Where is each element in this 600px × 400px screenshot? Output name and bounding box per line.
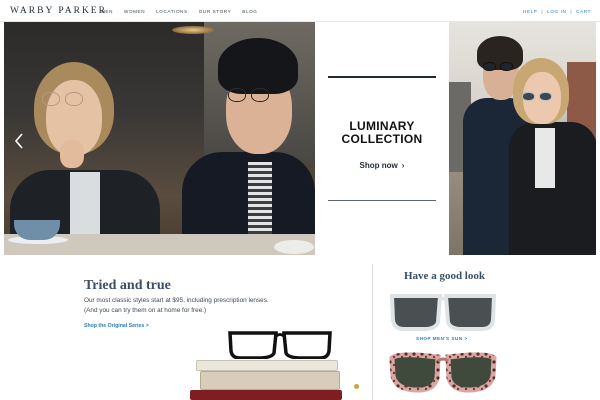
collection-title-line2: COLLECTION bbox=[341, 132, 423, 146]
panel-top-rule bbox=[328, 76, 436, 78]
woman-hand bbox=[60, 140, 84, 168]
book-bottom bbox=[190, 390, 342, 400]
section-divider bbox=[372, 264, 373, 400]
top-navigation: WARBY PARKER MEN WOMEN LOCATIONS OUR STO… bbox=[0, 0, 600, 22]
help-link[interactable]: HELP bbox=[523, 9, 537, 14]
bookmark-tassel bbox=[354, 384, 359, 389]
hero-carousel: LUMINARY COLLECTION Shop now › bbox=[4, 22, 596, 255]
hero-photo-cafe bbox=[4, 22, 315, 255]
woman-sunglasses bbox=[522, 92, 552, 101]
warby-parker-logo[interactable]: WARBY PARKER bbox=[10, 6, 107, 16]
tried-and-true-heading: Tried and true bbox=[84, 278, 171, 293]
woman-eyeglasses bbox=[42, 92, 83, 106]
description-line2: (And you can try them on at home for fre… bbox=[84, 306, 207, 314]
book-top bbox=[196, 360, 338, 371]
book-middle bbox=[200, 371, 340, 390]
black-eyeglasses-image bbox=[228, 331, 332, 359]
utility-nav: HELP | LOG IN | CART bbox=[523, 9, 591, 14]
coffee-cup bbox=[14, 220, 60, 240]
panel-bottom-rule bbox=[328, 200, 436, 201]
description-line1: Our most classic styles start at $95, in… bbox=[84, 297, 269, 304]
tortoise-sunglasses-image[interactable] bbox=[388, 352, 498, 394]
nav-locations[interactable]: LOCATIONS bbox=[156, 9, 188, 14]
woman-top bbox=[535, 128, 555, 188]
nav-men[interactable]: MEN bbox=[101, 9, 113, 14]
collection-title: LUMINARY COLLECTION bbox=[315, 120, 449, 146]
chevron-right-icon: › bbox=[401, 161, 405, 170]
shop-now-label: Shop now bbox=[359, 161, 398, 170]
cafe-lamp bbox=[172, 26, 214, 34]
utility-separator: | bbox=[570, 9, 573, 14]
have-a-good-look-heading: Have a good look bbox=[404, 270, 485, 282]
main-nav: MEN WOMEN LOCATIONS OUR STORY BLOG bbox=[101, 9, 257, 14]
nav-blog[interactable]: BLOG bbox=[242, 9, 257, 14]
man-hair bbox=[218, 38, 298, 94]
coffee-cup-right bbox=[274, 240, 314, 254]
shop-now-link[interactable]: Shop now › bbox=[315, 161, 449, 170]
clear-frame-sunglasses-image[interactable] bbox=[388, 292, 498, 332]
luminary-collection-panel: LUMINARY COLLECTION Shop now › bbox=[315, 22, 449, 255]
nav-women[interactable]: WOMEN bbox=[124, 9, 145, 14]
shop-original-series-link[interactable]: Shop the Original Series > bbox=[84, 323, 149, 329]
tried-and-true-description: Our most classic styles start at $95, in… bbox=[84, 296, 324, 315]
hero-photo-street bbox=[449, 22, 596, 255]
utility-separator: | bbox=[541, 9, 544, 14]
man-sunglasses bbox=[483, 62, 513, 71]
nav-our-story[interactable]: OUR STORY bbox=[199, 9, 232, 14]
shop-mens-sun-link[interactable]: SHOP MEN'S SUN > bbox=[416, 336, 468, 341]
cart-link[interactable]: CART bbox=[576, 9, 591, 14]
man-eyeglasses bbox=[228, 88, 269, 102]
login-link[interactable]: LOG IN bbox=[547, 9, 566, 14]
chevron-left-icon[interactable] bbox=[14, 132, 24, 150]
